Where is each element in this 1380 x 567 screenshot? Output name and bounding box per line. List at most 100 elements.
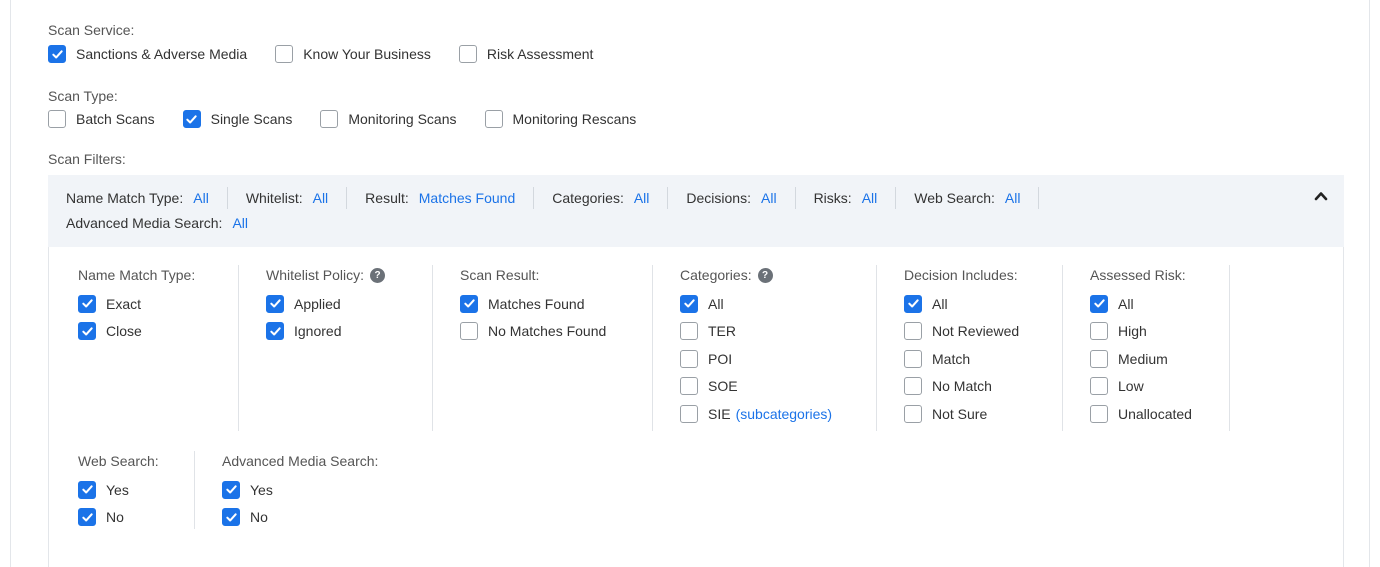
- group-title-row: Whitelist Policy: ?: [266, 265, 386, 285]
- checkbox[interactable]: [904, 377, 922, 396]
- summary-key: Decisions:: [686, 190, 751, 206]
- checkbox[interactable]: [904, 322, 922, 341]
- scan-service-label: Scan Service:: [48, 22, 135, 38]
- filter-option-web-no[interactable]: No: [78, 504, 159, 532]
- check-icon: [51, 49, 63, 58]
- checkbox[interactable]: [320, 110, 339, 128]
- checkbox[interactable]: [680, 322, 698, 341]
- scan-service-option-kyb[interactable]: Know Your Business: [275, 45, 431, 63]
- checkbox[interactable]: [460, 322, 478, 341]
- filter-option-not-reviewed[interactable]: Not Reviewed: [904, 318, 1019, 346]
- checkbox[interactable]: [78, 480, 96, 499]
- filter-option-risk-low[interactable]: Low: [1090, 373, 1192, 401]
- filter-option-category-soe[interactable]: SOE: [680, 373, 832, 401]
- filter-option-decision-all[interactable]: All: [904, 290, 1019, 318]
- check-icon: [81, 327, 93, 336]
- check-icon: [186, 114, 197, 123]
- filter-option-web-yes[interactable]: Yes: [78, 476, 159, 504]
- summary-name-match-type: Name Match Type: All: [66, 187, 228, 209]
- check-icon: [225, 485, 237, 494]
- checkbox[interactable]: [48, 45, 66, 63]
- chevron-up-icon[interactable]: [1312, 187, 1330, 205]
- filter-option-matches-found[interactable]: Matches Found: [460, 290, 606, 318]
- option-label: Batch Scans: [76, 111, 155, 127]
- checkbox[interactable]: [904, 294, 922, 313]
- checkbox[interactable]: [458, 45, 477, 63]
- scan-service-option-sanctions[interactable]: Sanctions & Adverse Media: [48, 45, 247, 63]
- filter-option-risk-unallocated[interactable]: Unallocated: [1090, 400, 1192, 428]
- filter-option-risk-all[interactable]: All: [1090, 290, 1192, 318]
- scan-service-option-risk-assessment[interactable]: Risk Assessment: [458, 45, 594, 63]
- summary-key: Categories:: [552, 190, 624, 206]
- checkbox[interactable]: [222, 480, 240, 499]
- filter-option-risk-high[interactable]: High: [1090, 318, 1192, 346]
- checkbox[interactable]: [1090, 349, 1108, 368]
- checkbox[interactable]: [680, 404, 698, 423]
- checkbox[interactable]: [680, 377, 698, 396]
- checkbox[interactable]: [1090, 377, 1108, 396]
- checkbox[interactable]: [78, 322, 96, 341]
- option-label: No: [106, 509, 124, 526]
- filter-option-exact[interactable]: Exact: [78, 290, 195, 318]
- scan-type-option-monitoring[interactable]: Monitoring Scans: [320, 110, 457, 128]
- filter-option-category-sie[interactable]: SIE (subcategories): [680, 400, 832, 428]
- filter-option-risk-medium[interactable]: Medium: [1090, 345, 1192, 373]
- checkbox[interactable]: [275, 45, 294, 63]
- filter-option-match[interactable]: Match: [904, 345, 1019, 373]
- option-label: Risk Assessment: [486, 46, 594, 62]
- subcategories-link[interactable]: (subcategories): [736, 406, 833, 422]
- filter-option-category-all[interactable]: All: [680, 290, 832, 318]
- filter-option-ignored[interactable]: Ignored: [266, 318, 385, 346]
- scan-type-option-single[interactable]: Single Scans: [182, 110, 292, 128]
- summary-value: All: [633, 190, 650, 206]
- filter-option-no-matches-found[interactable]: No Matches Found: [460, 318, 606, 346]
- group-title: Categories:: [680, 267, 752, 283]
- checkbox[interactable]: [460, 294, 478, 313]
- summary-value: Matches Found: [418, 190, 516, 206]
- filter-group-whitelist-policy: Whitelist Policy: ? Applied Ignored: [266, 265, 386, 346]
- checkbox[interactable]: [680, 294, 698, 313]
- checkbox[interactable]: [1090, 322, 1108, 341]
- scan-type-option-batch[interactable]: Batch Scans: [48, 110, 155, 128]
- filter-option-category-ter[interactable]: TER: [680, 318, 832, 346]
- filter-option-not-sure[interactable]: Not Sure: [904, 400, 1019, 428]
- filter-group-categories: Categories: ? All TER POI SOE SIE (subca…: [680, 265, 832, 428]
- filter-option-close[interactable]: Close: [78, 318, 195, 346]
- checkbox[interactable]: [182, 110, 201, 128]
- checkbox[interactable]: [266, 322, 284, 341]
- check-icon: [81, 485, 93, 494]
- filter-option-ams-yes[interactable]: Yes: [222, 476, 378, 504]
- checkbox[interactable]: [78, 294, 96, 313]
- column-divider: [238, 265, 239, 431]
- summary-key: Web Search:: [914, 190, 995, 206]
- option-label: Medium: [1118, 350, 1168, 367]
- scan-service-options: Sanctions & Adverse Media Know Your Busi…: [48, 45, 621, 63]
- checkbox[interactable]: [904, 349, 922, 368]
- checkbox[interactable]: [680, 349, 698, 368]
- help-icon[interactable]: ?: [370, 267, 386, 283]
- option-label: Know Your Business: [303, 46, 431, 62]
- group-title: Web Search:: [78, 453, 159, 469]
- checkbox[interactable]: [1090, 404, 1108, 423]
- checkbox[interactable]: [78, 508, 96, 527]
- group-title: Scan Result:: [460, 267, 540, 283]
- filter-option-no-match[interactable]: No Match: [904, 373, 1019, 401]
- checkbox[interactable]: [1090, 294, 1108, 313]
- filter-option-ams-no[interactable]: No: [222, 504, 378, 532]
- filter-option-category-poi[interactable]: POI: [680, 345, 832, 373]
- checkbox[interactable]: [222, 508, 240, 527]
- option-label: Matches Found: [488, 295, 585, 312]
- scan-type-option-monitoring-rescans[interactable]: Monitoring Rescans: [484, 110, 636, 128]
- group-title-row: Categories: ?: [680, 265, 832, 285]
- checkbox[interactable]: [484, 110, 503, 128]
- checkbox[interactable]: [266, 294, 284, 313]
- checkbox[interactable]: [48, 110, 66, 128]
- checkbox[interactable]: [904, 404, 922, 423]
- scan-type-label: Scan Type:: [48, 88, 118, 104]
- scan-filters-label: Scan Filters:: [48, 151, 126, 167]
- filter-panel: Name Match Type: Exact Close Whitelist P…: [48, 247, 1344, 567]
- help-icon[interactable]: ?: [757, 267, 773, 283]
- filter-option-applied[interactable]: Applied: [266, 290, 385, 318]
- filter-summary-bar[interactable]: Name Match Type: All Whitelist: All Resu…: [48, 175, 1344, 247]
- option-label: No: [250, 509, 268, 526]
